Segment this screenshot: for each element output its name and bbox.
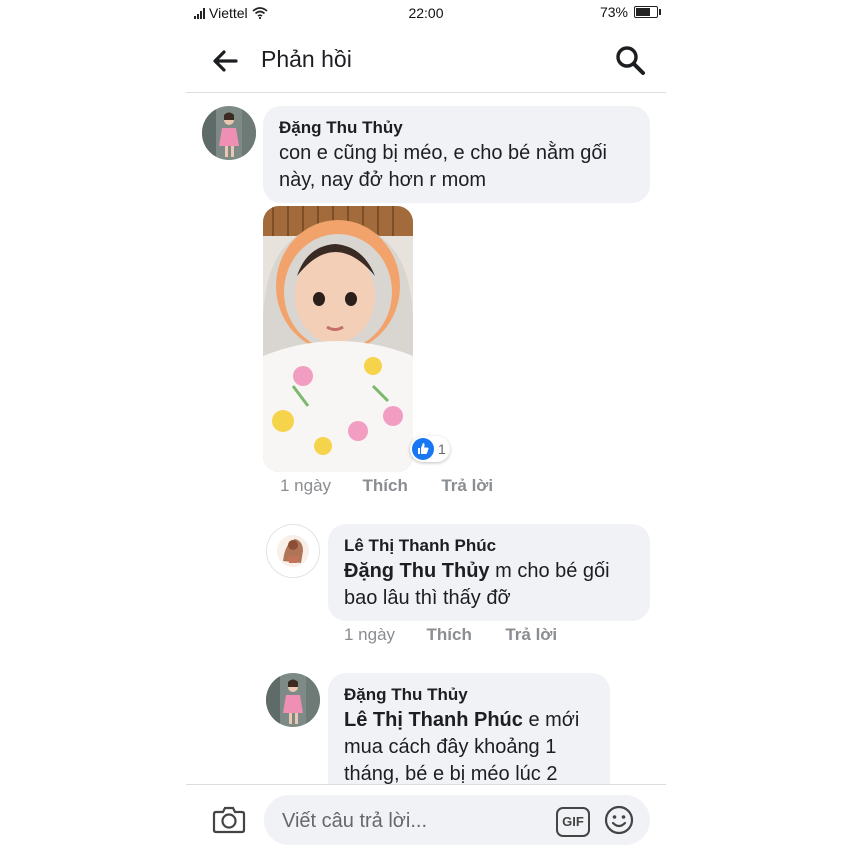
reaction-badge[interactable]: 1 (410, 436, 450, 462)
smiley-icon[interactable] (604, 805, 634, 835)
comment-author[interactable]: Đặng Thu Thủy (344, 685, 468, 705)
comment-photo[interactable] (263, 206, 413, 472)
reply-button[interactable]: Trả lời (441, 476, 493, 495)
baby-photo (263, 206, 413, 472)
battery-fill (636, 8, 650, 16)
status-bar: Viettel 22:00 73% (186, 0, 666, 26)
reaction-count: 1 (438, 441, 446, 457)
comment-text: Lê Thị Thanh Phúc e mới mua cách đây kho… (344, 707, 594, 788)
like-icon (412, 438, 434, 460)
reply-composer: GIF (186, 784, 666, 853)
status-right: 73% (599, 4, 661, 20)
avatar[interactable] (266, 524, 320, 578)
comment-time: 1 ngày (280, 476, 332, 495)
mention-link[interactable]: Đặng Thu Thủy (344, 560, 490, 582)
avatar[interactable] (202, 106, 256, 160)
gif-button[interactable]: GIF (556, 807, 590, 837)
clock: 22:00 (408, 5, 444, 21)
mention-link[interactable]: Lê Thị Thanh Phúc (344, 709, 523, 731)
avatar[interactable] (266, 673, 320, 727)
comment-author[interactable]: Lê Thị Thanh Phúc (344, 536, 496, 556)
comment-text: Đặng Thu Thủy m cho bé gối bao lâu thì t… (344, 558, 644, 612)
page-title: Phản hồi (261, 46, 352, 72)
battery-icon (634, 6, 661, 18)
comment-bubble[interactable]: Lê Thị Thanh Phúc Đặng Thu Thủy m cho bé… (328, 524, 650, 621)
reply-button[interactable]: Trả lời (505, 625, 557, 644)
comment-time: 1 ngày (344, 625, 396, 644)
comment-bubble[interactable]: Đặng Thu Thủy con e cũng bị méo, e cho b… (263, 106, 650, 203)
comment-meta: 1 ngày Thích Trả lời (344, 625, 557, 645)
page-header: Phản hồi (186, 30, 666, 93)
comment-author[interactable]: Đặng Thu Thủy (279, 118, 403, 138)
reply-input[interactable] (280, 795, 544, 847)
battery-percent: 73% (599, 4, 628, 20)
reply-input-box: GIF (264, 795, 650, 847)
camera-icon[interactable] (212, 803, 246, 835)
avatar-illustration (267, 525, 319, 577)
comment-meta: 1 ngày Thích Trả lời (280, 476, 493, 496)
avatar-photo (202, 106, 256, 160)
like-button[interactable]: Thích (427, 625, 472, 644)
avatar-photo (266, 673, 320, 727)
phone-screen: Viettel 22:00 73% Phản hồi Đặng Thu Thủy… (186, 0, 666, 853)
arrow-left-icon[interactable] (210, 46, 240, 76)
comment-text: con e cũng bị méo, e cho bé nằm gối này,… (279, 142, 607, 191)
search-icon[interactable] (614, 44, 646, 76)
like-button[interactable]: Thích (363, 476, 408, 495)
